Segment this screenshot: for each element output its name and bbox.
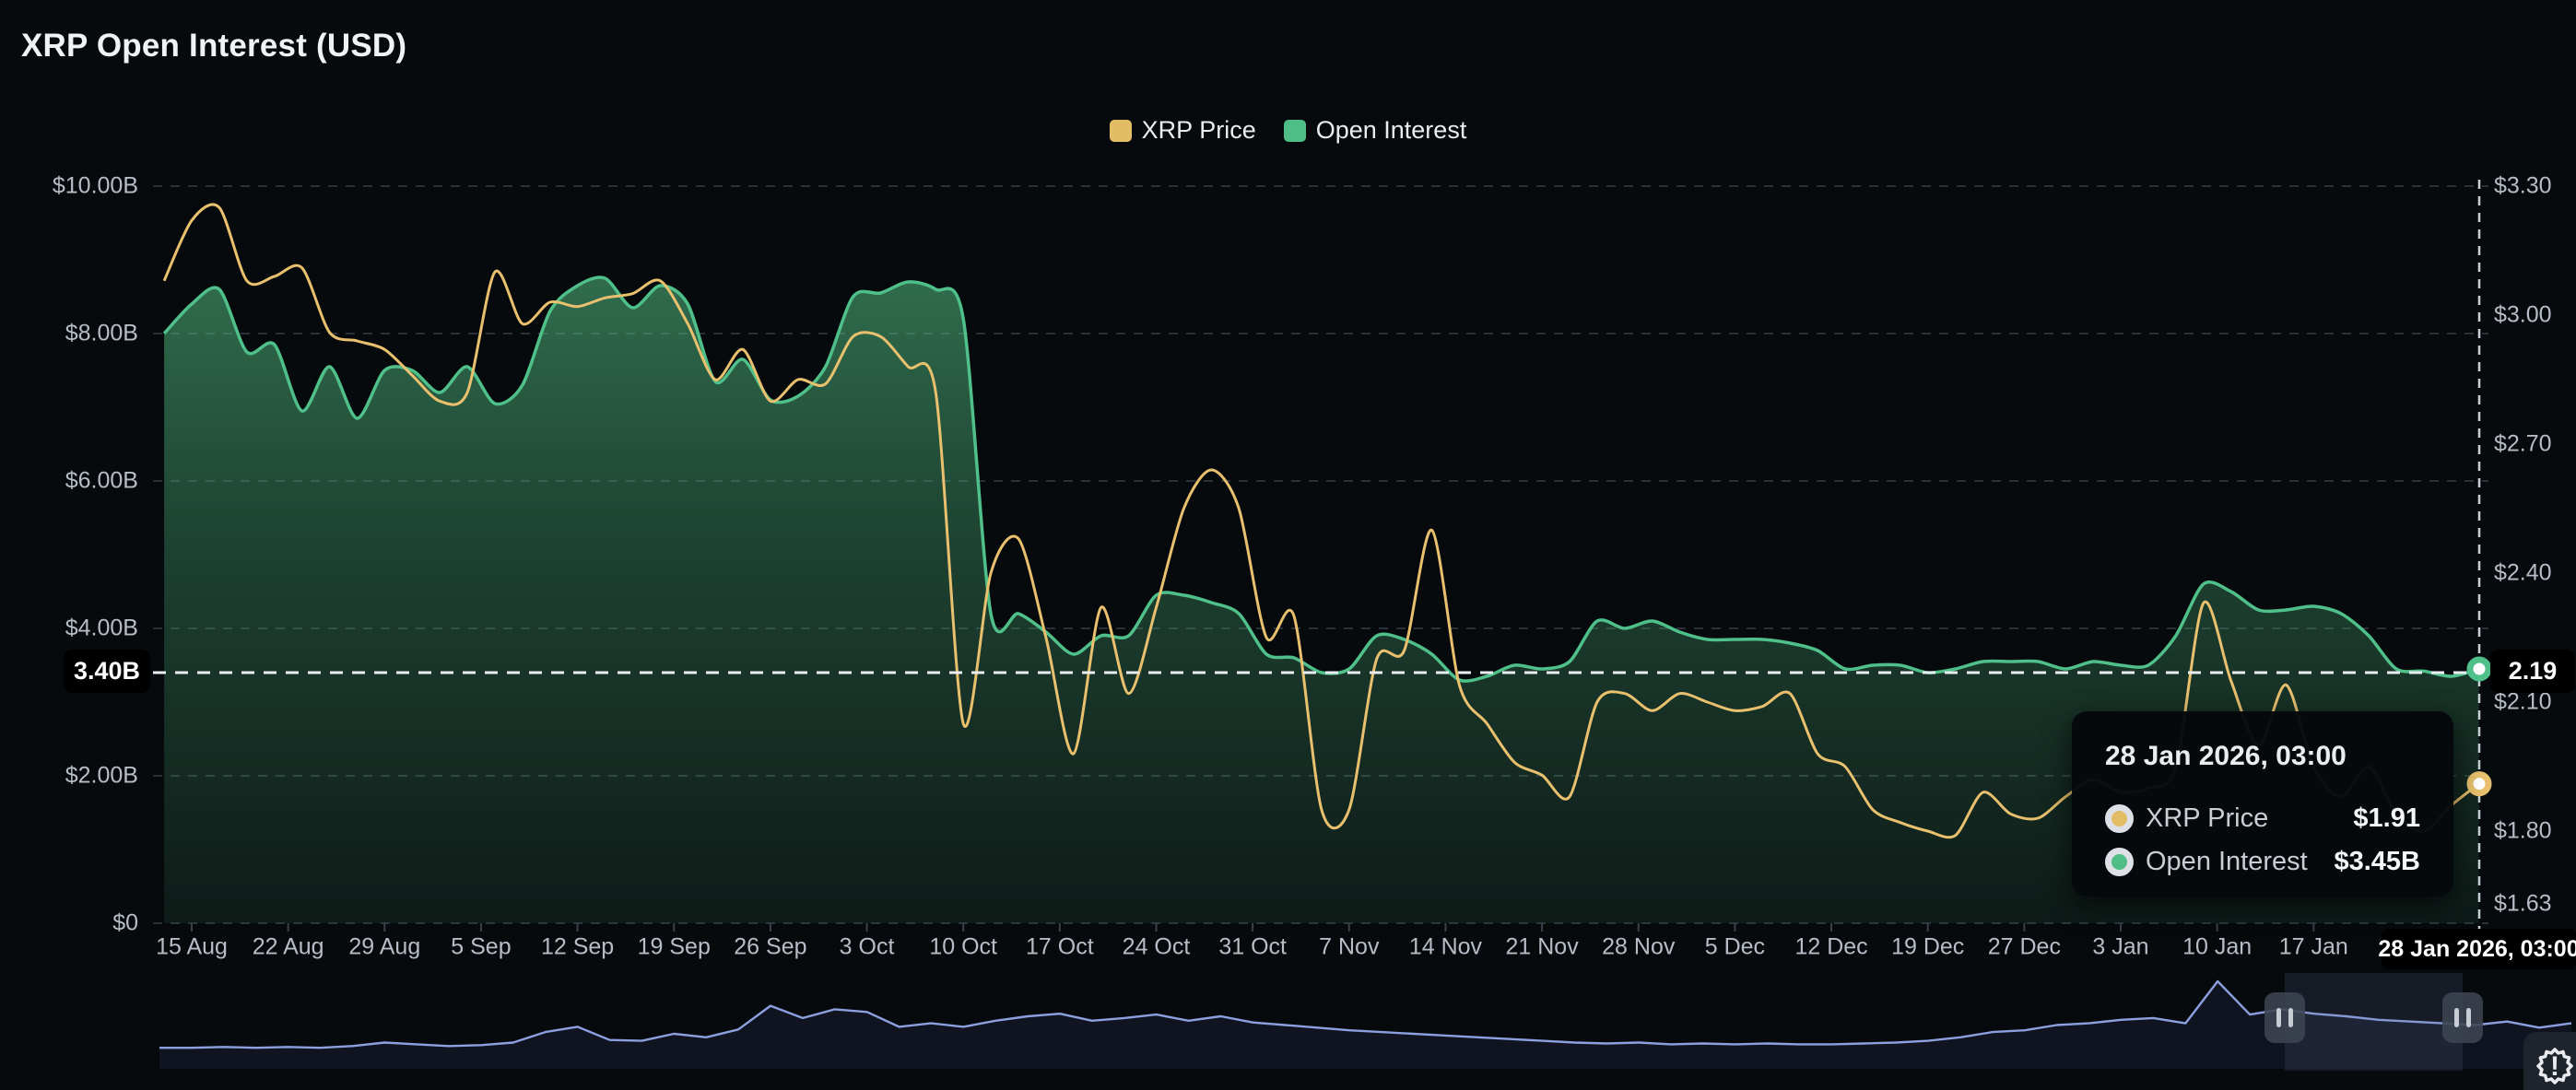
chart-root: XRP Open Interest (USD) XRP Price Open I… xyxy=(0,0,2576,1090)
navigator-selection[interactable] xyxy=(2285,973,2464,1071)
pause-bars-icon xyxy=(2454,1008,2459,1027)
navigator-left-handle[interactable] xyxy=(2264,992,2305,1043)
svg-text:!: ! xyxy=(2550,1051,2559,1082)
pause-bars-icon xyxy=(2276,1008,2281,1027)
navigator-right-handle[interactable] xyxy=(2442,992,2483,1043)
alert-seal-icon: ! xyxy=(2523,1032,2576,1090)
alert-badge-button[interactable]: ! xyxy=(2523,1032,2576,1090)
navigator[interactable] xyxy=(0,0,2576,1090)
